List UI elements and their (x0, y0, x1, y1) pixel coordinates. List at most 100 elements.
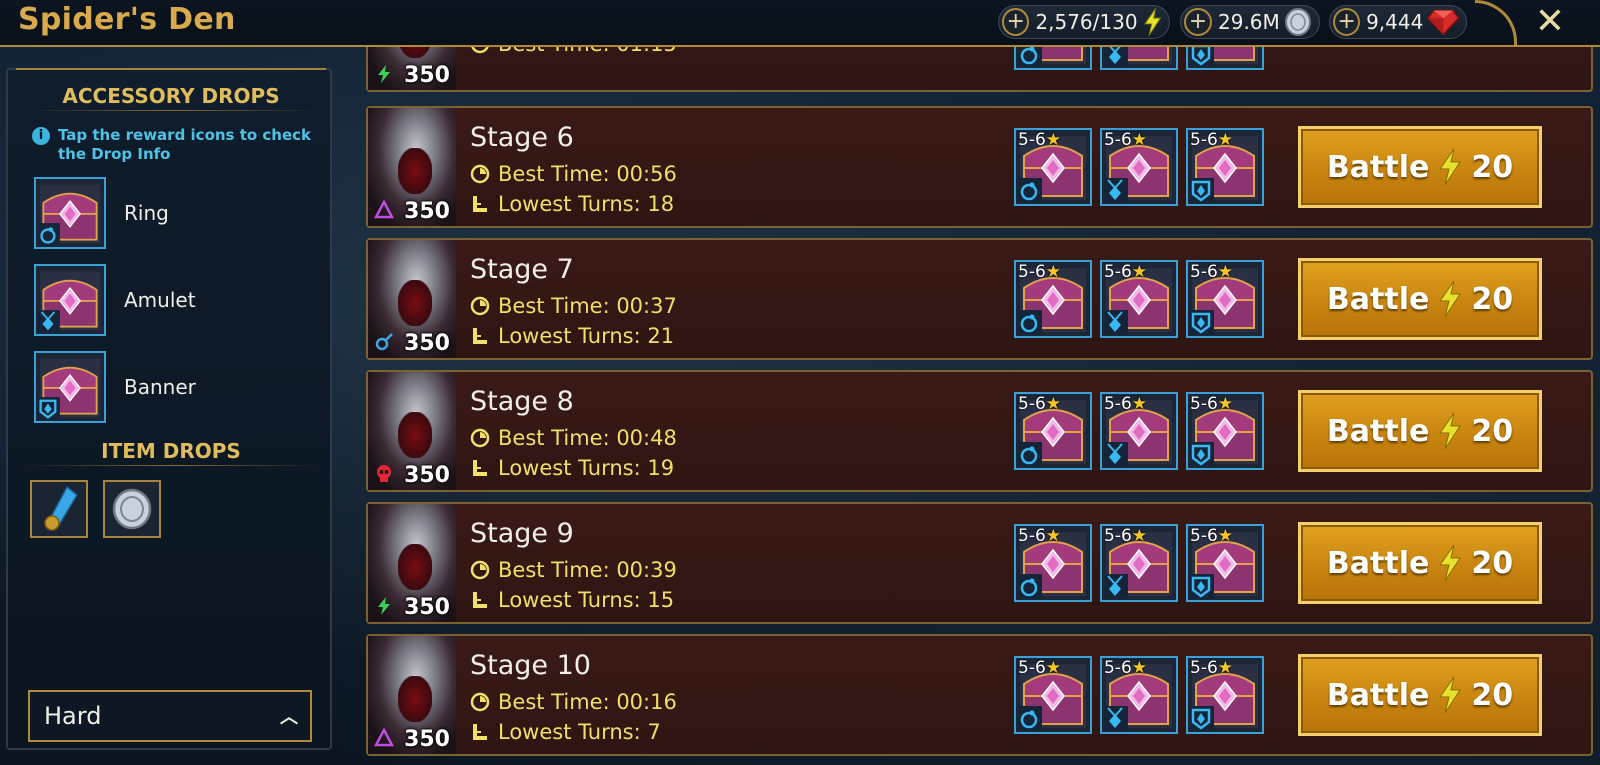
clock-icon (470, 296, 490, 316)
battle-button[interactable]: Battle 20 (1298, 390, 1542, 472)
reward-banner[interactable]: 5-6★ (1186, 260, 1264, 338)
close-button[interactable]: ✕ (1530, 3, 1570, 43)
stage-row[interactable]: 350 Stage 10 Best Time: 00:16 Lowest Turns:… (366, 634, 1593, 756)
battle-cost: 20 (1471, 413, 1514, 449)
difficulty-select[interactable]: Hard ︿ (28, 690, 312, 742)
reward-amulet[interactable]: 5-6★ (1100, 392, 1178, 470)
stage-row[interactable]: 350 Stage 7 Best Time: 00:37 Lowest Turns: … (366, 238, 1593, 360)
best-time: Best Time: 00:37 (470, 294, 677, 318)
battle-cost: 20 (1471, 149, 1514, 185)
reward-rank: 5-6★ (1190, 658, 1233, 678)
energy-value: 2,576/130 (1035, 10, 1138, 34)
clock-icon (470, 560, 490, 580)
drop-info-hint: i Tap the reward icons to check the Drop… (32, 126, 322, 164)
drop-info-text: Tap the reward icons to check the Drop I… (58, 126, 312, 163)
lowest-turns-text: Lowest Turns: 21 (498, 324, 675, 348)
reward-rank-text: 5-6 (1104, 394, 1132, 414)
lowest-turns: Lowest Turns: 18 (470, 192, 674, 216)
add-silver-button[interactable]: + (1184, 8, 1212, 36)
boss-portrait: 350 (368, 108, 456, 226)
reward-rank: 5-6★ (1018, 526, 1061, 546)
reward-rank-text: 5-6 (1104, 130, 1132, 150)
reward-amulet[interactable]: 5-6★ (1100, 128, 1178, 206)
ring-icon (1018, 574, 1042, 598)
stage-list[interactable]: 350Best Time: 01:15Battle20350Stage 6Bes… (366, 0, 1600, 765)
ring-icon (1018, 442, 1042, 466)
battle-button[interactable]: Battle 20 (1298, 654, 1542, 736)
accessory-ring[interactable]: Ring (34, 177, 324, 249)
amulet-icon (1104, 574, 1128, 598)
amulet-icon (1104, 442, 1128, 466)
reward-amulet[interactable]: 5-6★ (1100, 656, 1178, 734)
amulet-icon (1104, 178, 1128, 202)
lowest-turns: Lowest Turns: 15 (470, 588, 674, 612)
boss-level: 350 (404, 331, 450, 356)
chevron-up-icon: ︿ (280, 707, 298, 728)
lowest-turns: Lowest Turns: 7 (470, 720, 661, 744)
reward-rank-text: 5-6 (1104, 526, 1132, 546)
battle-button[interactable]: Battle 20 (1298, 522, 1542, 604)
silver-counter: + 29.6M (1180, 5, 1320, 39)
accessory-amulet[interactable]: Amulet (34, 264, 324, 336)
item-drops-title: ITEM DROPS (101, 439, 241, 463)
force-affinity-icon (378, 65, 390, 83)
clock-icon (470, 692, 490, 712)
reward-banner[interactable]: 5-6★ (1186, 392, 1264, 470)
best-time-text: Best Time: 00:37 (498, 294, 677, 318)
reward-rank: 5-6★ (1018, 658, 1061, 678)
stage-name: Stage 8 (470, 386, 574, 417)
gems-value: 9,444 (1366, 10, 1424, 34)
reward-ring[interactable]: 5-6★ (1014, 524, 1092, 602)
battle-button[interactable]: Battle 20 (1298, 126, 1542, 208)
stage-name: Stage 7 (470, 254, 574, 285)
reward-ring[interactable]: 5-6★ (1014, 656, 1092, 734)
stage-row[interactable]: 350 Stage 6 Best Time: 00:56 Lowest Turns: … (366, 106, 1593, 228)
ring-icon (1018, 706, 1042, 730)
item-xp-brew[interactable] (30, 480, 88, 538)
magic-affinity-icon (375, 333, 393, 351)
turns-icon (473, 460, 487, 476)
ring-icon (1018, 310, 1042, 334)
stage-row[interactable]: 350 Stage 9 Best Time: 00:39 Lowest Turns: … (366, 502, 1593, 624)
void-affinity-icon (374, 200, 394, 219)
banner-chest-slot[interactable] (34, 351, 106, 423)
stage-row[interactable]: 350 Stage 8 Best Time: 00:48 Lowest Turns: … (366, 370, 1593, 492)
reward-banner[interactable]: 5-6★ (1186, 656, 1264, 734)
lowest-turns-text: Lowest Turns: 7 (498, 720, 661, 744)
reward-banner[interactable]: 5-6★ (1186, 128, 1264, 206)
amulet-icon (37, 310, 60, 333)
ring-icon (1018, 178, 1042, 202)
reward-ring[interactable]: 5-6★ (1014, 260, 1092, 338)
star-icon: ★ (1045, 526, 1062, 546)
boss-level: 350 (404, 595, 450, 620)
reward-amulet[interactable]: 5-6★ (1100, 260, 1178, 338)
star-icon: ★ (1045, 394, 1062, 414)
energy-icon (1439, 149, 1462, 185)
add-gems-button[interactable]: + (1333, 8, 1361, 36)
accessory-chest-icon (37, 184, 101, 246)
reward-amulet[interactable]: 5-6★ (1100, 524, 1178, 602)
reward-rank: 5-6★ (1018, 130, 1061, 150)
star-icon: ★ (1217, 658, 1234, 678)
divider (28, 110, 318, 111)
ring-chest-slot[interactable] (34, 177, 106, 249)
reward-rank: 5-6★ (1190, 526, 1233, 546)
reward-banner[interactable]: 5-6★ (1186, 524, 1264, 602)
accessory-banner[interactable]: Banner (34, 351, 324, 423)
reward-ring[interactable]: 5-6★ (1014, 392, 1092, 470)
best-time-text: Best Time: 00:39 (498, 558, 677, 582)
banner-icon (37, 397, 60, 420)
star-icon: ★ (1045, 658, 1062, 678)
banner-icon (1190, 574, 1214, 598)
clock-icon (470, 164, 490, 184)
battle-label: Battle (1326, 413, 1430, 449)
star-icon: ★ (1045, 262, 1062, 282)
reward-ring[interactable]: 5-6★ (1014, 128, 1092, 206)
amulet-chest-slot[interactable] (34, 264, 106, 336)
battle-button[interactable]: Battle 20 (1298, 258, 1542, 340)
add-energy-button[interactable]: + (1002, 8, 1030, 36)
stage-name: Stage 6 (470, 122, 574, 153)
boss-portrait: 350 (368, 372, 456, 490)
reward-rank-text: 5-6 (1018, 526, 1046, 546)
item-silver[interactable] (103, 480, 161, 538)
